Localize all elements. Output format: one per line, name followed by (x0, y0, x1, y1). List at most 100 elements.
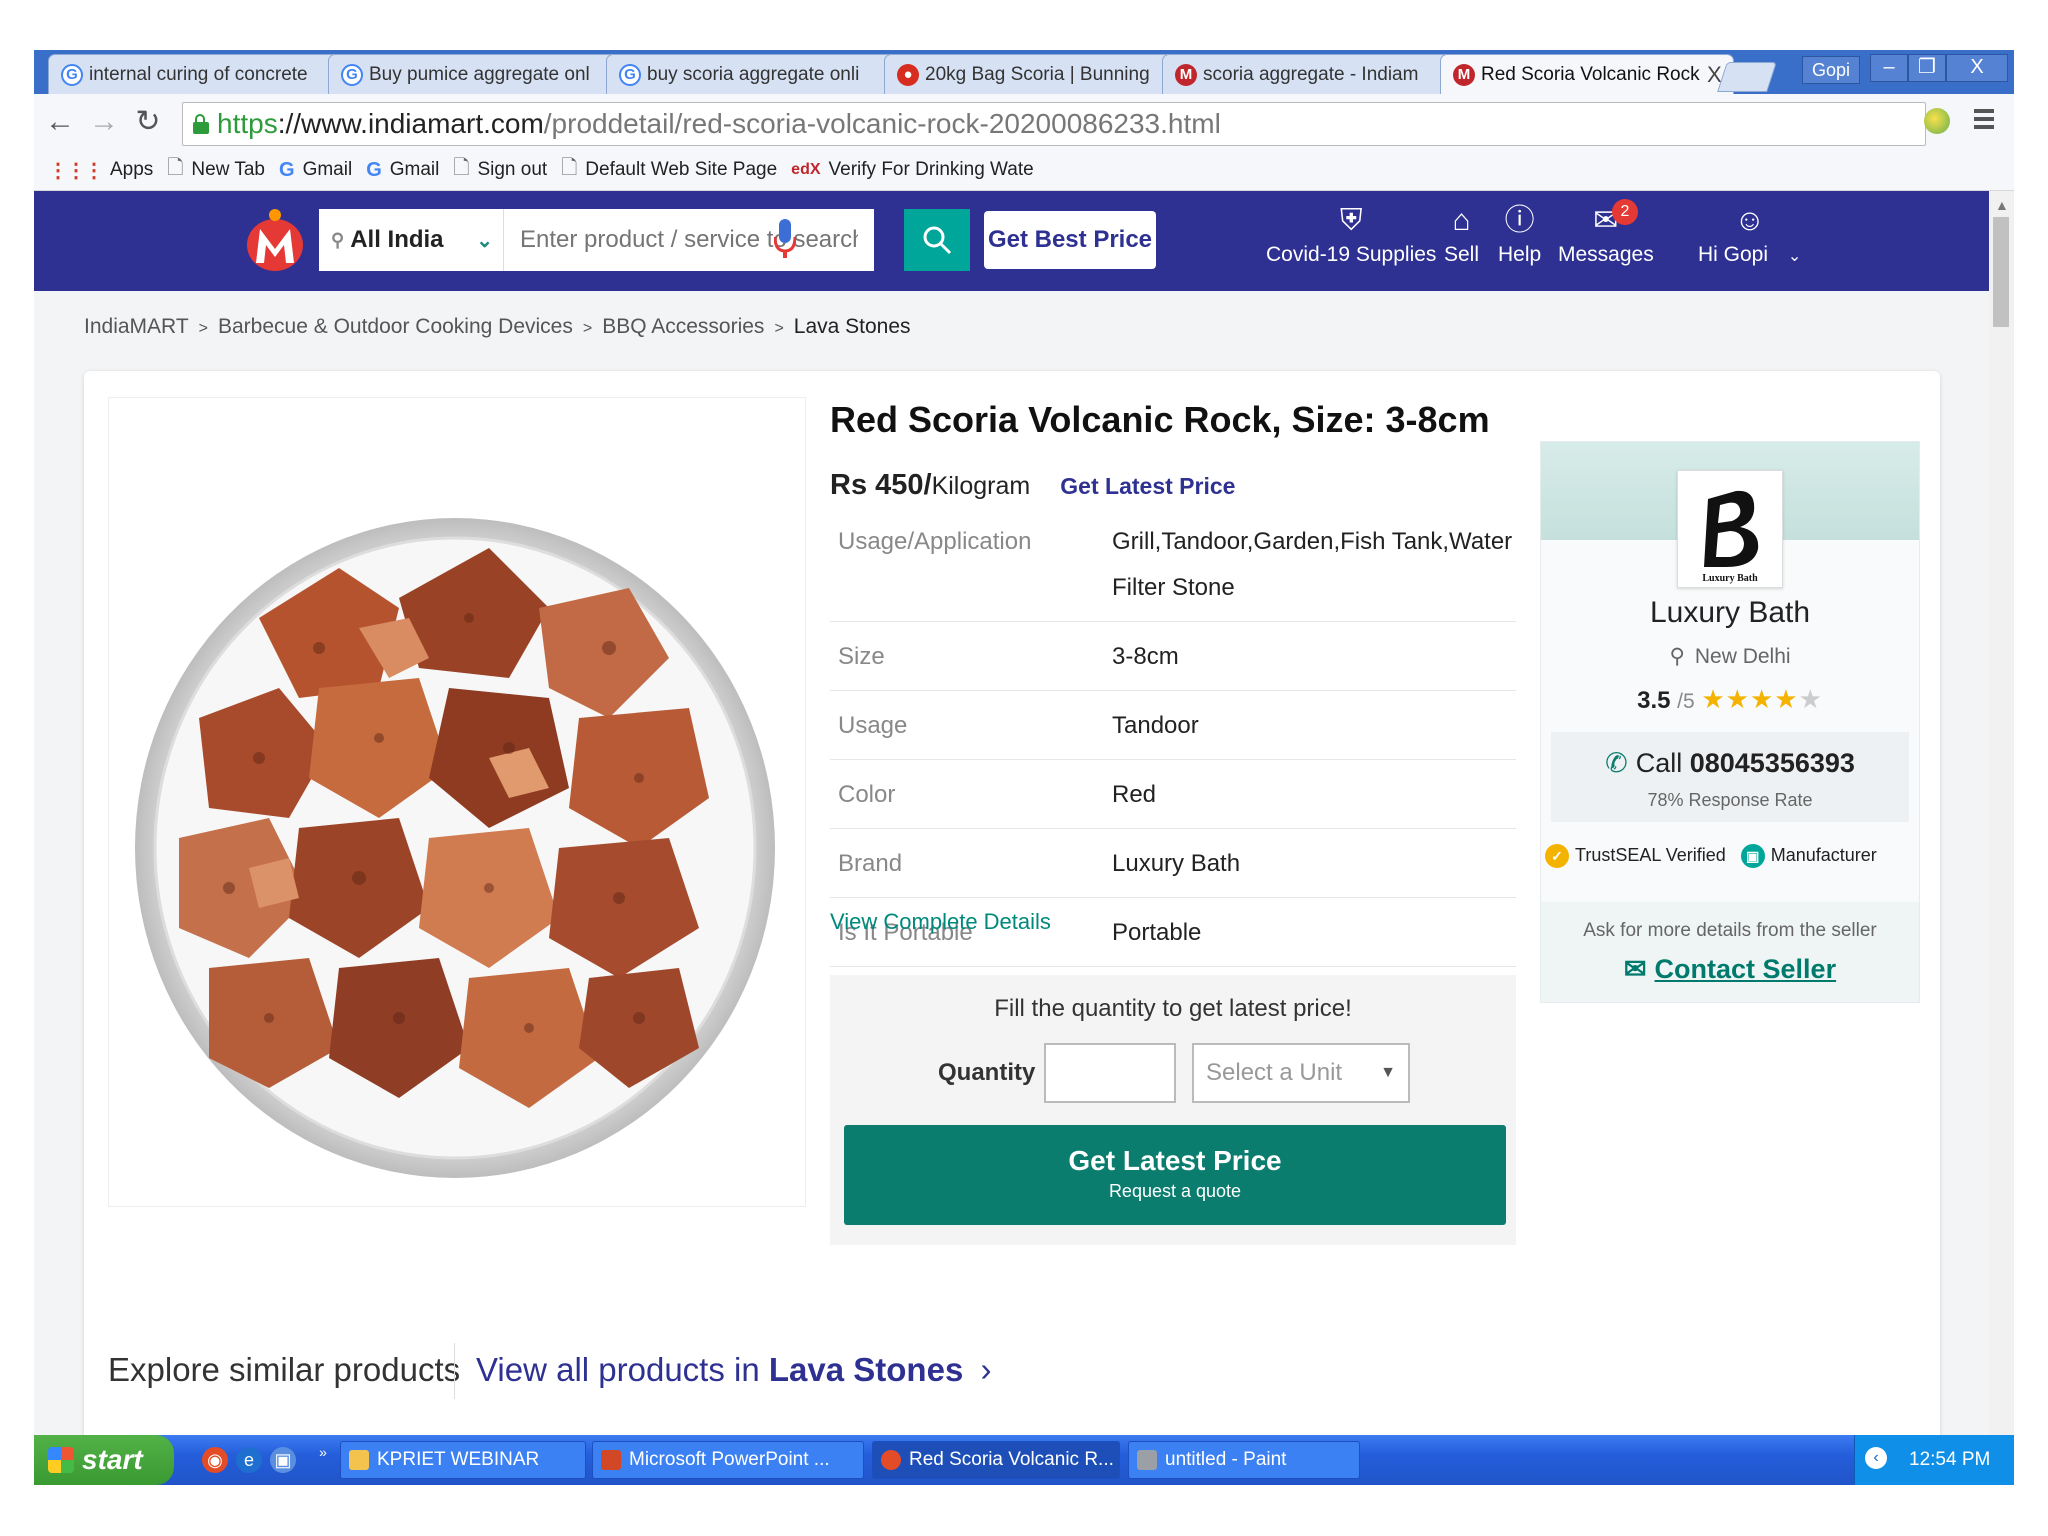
price-amount: Rs 450/ (830, 469, 932, 501)
start-button[interactable]: start (34, 1435, 174, 1485)
get-latest-price-link[interactable]: Get Latest Price (1060, 473, 1235, 499)
product-image[interactable] (108, 397, 806, 1207)
microphone-icon[interactable] (774, 219, 796, 259)
task-label: untitled - Paint (1165, 1449, 1287, 1470)
nav-label: Hi Gopi (1698, 243, 1769, 266)
menu-icon[interactable] (1974, 106, 1994, 132)
scroll-up-arrow-icon[interactable]: ▲ (1995, 197, 2009, 213)
tab-label: buy scoria aggregate onli (647, 63, 860, 85)
caret-down-icon: ▼ (1380, 1064, 1396, 1081)
nav-messages[interactable]: ✉ Messages 2 (1558, 199, 1654, 267)
reload-icon[interactable]: ↻ (132, 106, 164, 138)
nav-covid-supplies[interactable]: ⛨ Covid-19 Supplies (1266, 201, 1436, 267)
manufacturer-label: Manufacturer (1770, 844, 1877, 865)
view-all-lava-stones-link[interactable]: View all products in Lava Stones › (476, 1351, 991, 1389)
scroll-thumb[interactable] (1993, 217, 2009, 327)
tab-label: Red Scoria Volcanic Rock, (1481, 63, 1701, 85)
rating-value: 3.5 (1637, 687, 1671, 714)
forward-icon[interactable]: → (88, 106, 120, 138)
bookmark-label: Apps (110, 159, 154, 180)
address-bar[interactable]: https://www.indiamart.com/proddetail/red… (182, 102, 1926, 146)
contact-seller-link[interactable]: ✉ Contact Seller (1541, 954, 1919, 985)
search-button[interactable] (904, 209, 970, 271)
bookmark-apps[interactable]: ⋮⋮⋮ Apps (48, 158, 153, 183)
nav-user[interactable]: ☺ Hi Gopi ⌄ (1698, 201, 1801, 267)
tab-buy-pumice[interactable]: G Buy pumice aggregate onl X (328, 54, 640, 94)
close-window-button[interactable]: X (1946, 54, 2008, 82)
taskbar-item-chrome[interactable]: Red Scoria Volcanic R... (872, 1441, 1120, 1479)
apps-grid-icon: ⋮⋮⋮ (48, 159, 104, 182)
spec-value: Portable (1112, 897, 1516, 967)
clock[interactable]: 12:54 PM (1909, 1449, 1990, 1471)
minimize-button[interactable]: – (1870, 54, 1908, 82)
spec-key: Usage (830, 690, 1112, 760)
spec-row: Brand Luxury Bath (830, 828, 1516, 898)
indiamart-header: ⚲ All India ⌄ Get Best Price ⛨ Covid-19 … (34, 191, 1989, 291)
seller-badges: ✓ TrustSEAL Verified ▣ Manufacturer (1541, 844, 1919, 868)
back-icon[interactable]: ← (44, 106, 76, 138)
bookmarks-bar: ⋮⋮⋮ Apps 🗋 New Tab G Gmail G Gmail 🗋 Sign out… (34, 150, 2014, 191)
spec-value: Red (1112, 759, 1516, 829)
seller-name[interactable]: Luxury Bath (1541, 596, 1919, 630)
chrome-quicklaunch-icon[interactable]: ◉ (202, 1447, 228, 1473)
quantity-input[interactable] (1044, 1043, 1176, 1103)
tab-scoria-indiamart[interactable]: M scoria aggregate - Indiam X (1162, 54, 1474, 94)
taskbar-item-paint[interactable]: untitled - Paint (1128, 1441, 1360, 1479)
bookmark-verify-water[interactable]: edX Verify For Drinking Wate (791, 159, 1034, 181)
breadcrumb-link[interactable]: IndiaMART (84, 315, 189, 338)
bookmark-gmail-2[interactable]: G Gmail (366, 159, 439, 182)
quicklaunch-overflow-icon[interactable]: » (310, 1439, 336, 1465)
tray-expand-icon[interactable]: ‹ (1865, 1447, 1887, 1469)
powerpoint-icon (601, 1450, 621, 1470)
cta-sub-label: Request a quote (1108, 1181, 1242, 1201)
scrollbar[interactable]: ▲ ▼ (1989, 191, 2014, 1485)
view-complete-details-link[interactable]: View Complete Details (830, 909, 1051, 935)
bookmark-default-site[interactable]: 🗋 Default Web Site Page (561, 153, 777, 187)
tab-red-scoria[interactable]: M Red Scoria Volcanic Rock, X (1440, 54, 1734, 94)
price-unit: Kilogram (931, 472, 1031, 500)
search-input[interactable] (504, 209, 874, 271)
taskbar-item-kpriet[interactable]: KPRIET WEBINAR (340, 1441, 586, 1479)
indiamart-logo[interactable] (244, 205, 306, 273)
url-path: /proddetail/red-scoria-volcanic-rock-202… (543, 108, 1221, 139)
rating-out-of: /5 (1677, 690, 1695, 713)
bookmark-sign-out[interactable]: 🗋 Sign out (453, 153, 547, 187)
new-tab-button[interactable] (1717, 62, 1777, 92)
system-tray: ‹ 12:54 PM (1854, 1435, 2014, 1485)
get-latest-price-button[interactable]: Get Latest Price Request a quote (844, 1125, 1506, 1225)
tab-bunnings[interactable]: ● 20kg Bag Scoria | Bunning X (884, 54, 1196, 94)
browser-toolbar: ← → ↻ https://www.indiamart.com/proddeta… (34, 94, 2014, 150)
show-desktop-icon[interactable]: ▣ (270, 1447, 296, 1473)
bookmark-new-tab[interactable]: 🗋 New Tab (167, 153, 265, 187)
profile-button[interactable]: Gopi (1802, 56, 1860, 84)
spec-key: Usage/Application (830, 511, 1112, 622)
chrome-icon (881, 1450, 901, 1470)
nav-help[interactable]: ⓘ Help (1498, 201, 1541, 267)
trustseal-icon: ✓ (1545, 844, 1569, 868)
bookmark-gmail[interactable]: G Gmail (279, 159, 352, 182)
indiamart-icon: M (1175, 63, 1197, 86)
location-select[interactable]: ⚲ All India ⌄ (319, 209, 504, 271)
get-best-price-button[interactable]: Get Best Price (984, 211, 1156, 269)
spec-value: 3-8cm (1112, 621, 1516, 691)
task-label: Microsoft PowerPoint ... (629, 1449, 830, 1470)
ie-quicklaunch-icon[interactable]: e (236, 1447, 262, 1473)
call-seller-box[interactable]: ✆ Call 08045356393 78% Response Rate (1551, 732, 1909, 822)
tab-internal-curing[interactable]: G internal curing of concrete X (48, 54, 360, 94)
taskbar-item-powerpoint[interactable]: Microsoft PowerPoint ... (592, 1441, 864, 1479)
bookmark-label: Verify For Drinking Wate (828, 159, 1034, 180)
product-card: Red Scoria Volcanic Rock, Size: 3-8cm Rs… (84, 371, 1940, 1485)
breadcrumb-link[interactable]: BBQ Accessories (602, 315, 764, 338)
url-host: ://www.indiamart.com (277, 108, 544, 139)
seller-logo[interactable]: Luxury Bath (1677, 470, 1783, 588)
extension-icon[interactable] (1924, 108, 1950, 134)
nav-label: Help (1498, 243, 1542, 266)
restore-button[interactable]: ❐ (1908, 54, 1946, 82)
breadcrumb-link[interactable]: Barbecue & Outdoor Cooking Devices (218, 315, 573, 338)
unit-select[interactable]: Select a Unit ▼ (1192, 1043, 1410, 1103)
quantity-label: Quantity (938, 1059, 1036, 1086)
seller-ask-text: Ask for more details from the seller (1583, 920, 1877, 941)
nav-sell[interactable]: ⌂ Sell (1444, 201, 1479, 267)
tab-buy-scoria[interactable]: G buy scoria aggregate onli X (606, 54, 918, 94)
nav-label: Sell (1444, 243, 1480, 266)
